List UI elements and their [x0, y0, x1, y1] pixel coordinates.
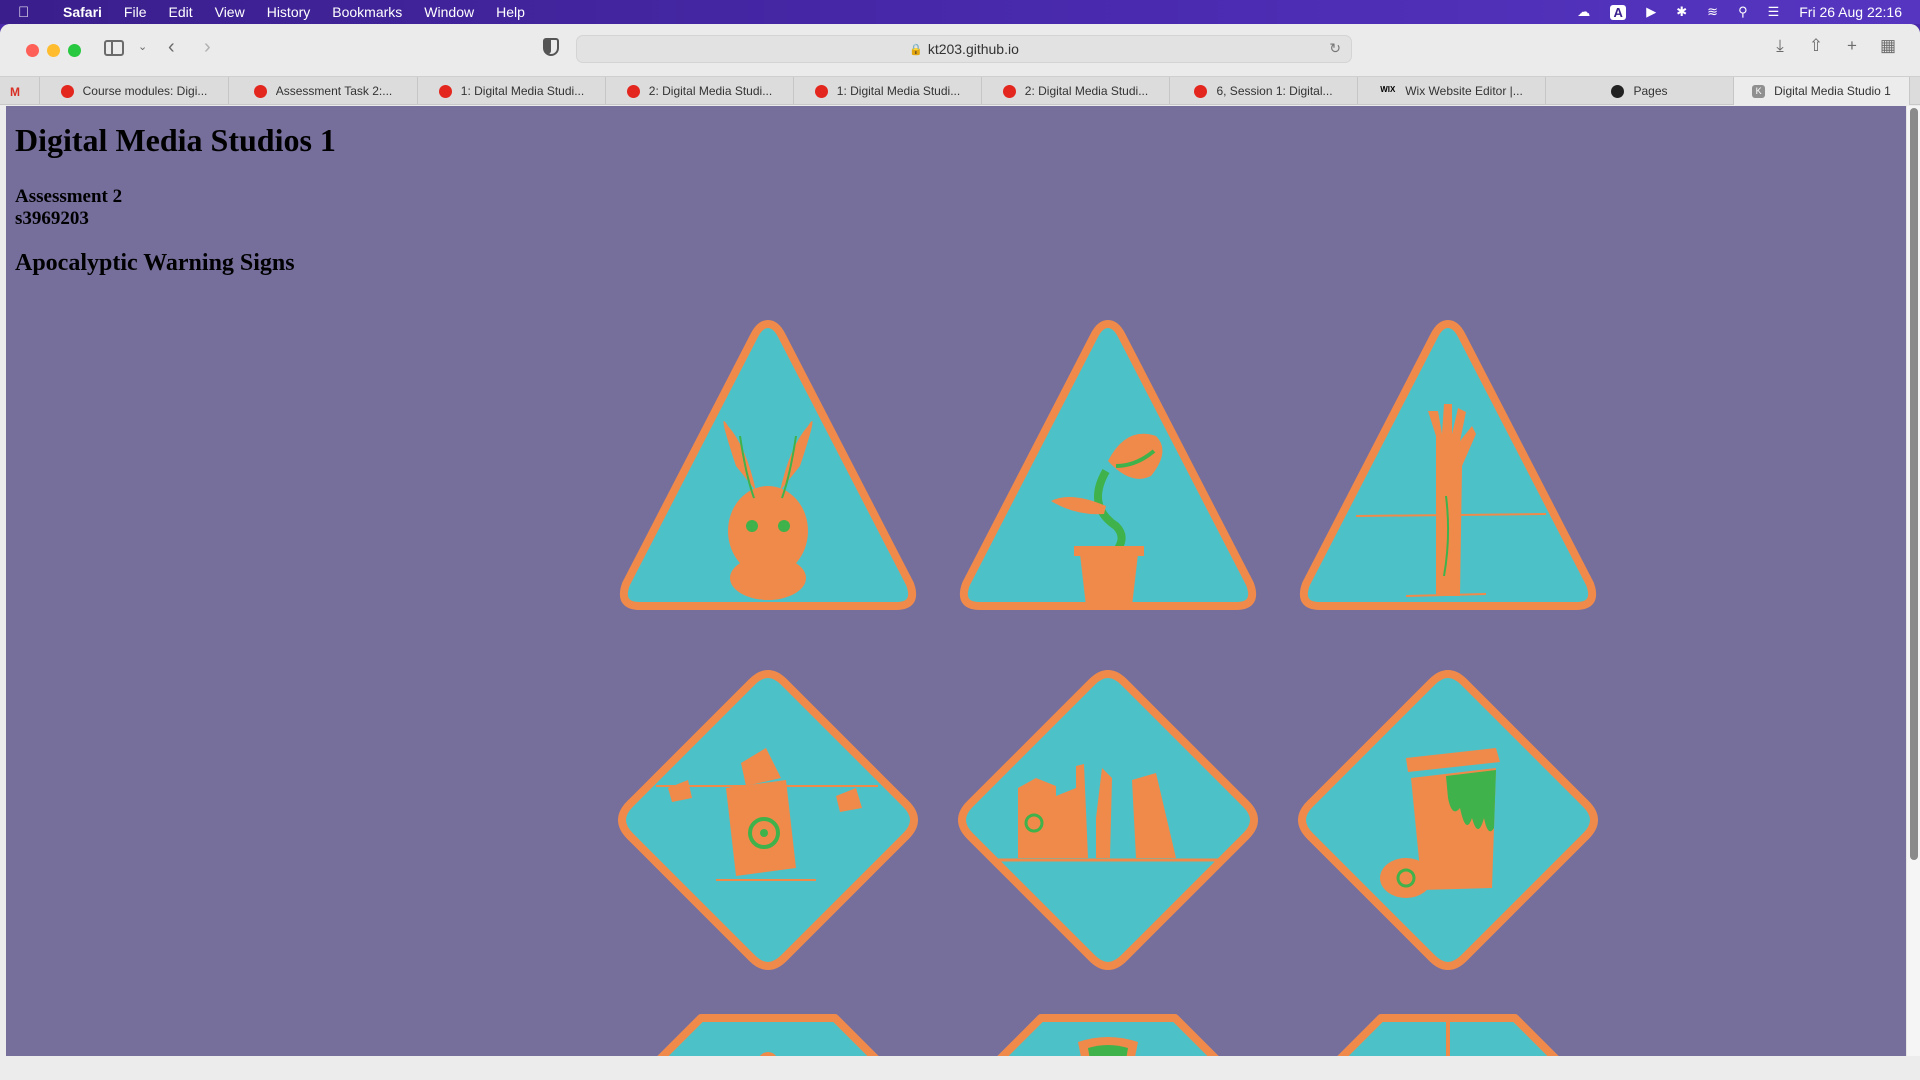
assessment-heading: Assessment 2 — [15, 186, 123, 207]
tab-label: 1: Digital Media Studi... — [836, 84, 961, 98]
control-center-icon[interactable]: ☰ — [1768, 4, 1780, 20]
tab-label: Wix Website Editor |... — [1405, 84, 1523, 98]
warning-sign-partial-3[interactable] — [1296, 1012, 1600, 1056]
menu-bookmarks[interactable]: Bookmarks — [321, 4, 413, 20]
canvas-icon — [438, 84, 452, 98]
safari-toolbar: ⌄ ‹ › 🔒 kt203.github.io ↻ ⤓ ⇧ + ▦ — [0, 24, 1920, 76]
page-scrollbar[interactable] — [1906, 106, 1920, 1056]
menu-view[interactable]: View — [204, 4, 256, 20]
reload-icon[interactable]: ↻ — [1329, 40, 1341, 57]
menu-history[interactable]: History — [256, 4, 322, 20]
tab-label: 1: Digital Media Studi... — [460, 84, 585, 98]
minimize-window-button[interactable] — [47, 43, 60, 57]
tab-label: Pages — [1633, 84, 1668, 98]
k-icon: K — [1752, 84, 1766, 98]
scrollbar-thumb[interactable] — [1910, 108, 1918, 860]
tab-dms-1[interactable]: 1: Digital Media Studi... — [418, 77, 606, 105]
input-source-icon[interactable]: A — [1610, 4, 1627, 20]
tab-pages[interactable]: Pages — [1546, 77, 1734, 105]
tab-bar: M Course modules: Digi... Assessment Tas… — [0, 76, 1920, 105]
canvas-icon — [1002, 84, 1016, 98]
downloads-icon[interactable]: ⤓ — [1762, 36, 1798, 56]
warning-sign-biohazard-barrels[interactable] — [616, 668, 920, 972]
spotlight-icon[interactable]: ⚲ — [1738, 4, 1748, 20]
menu-window[interactable]: Window — [413, 4, 485, 20]
menu-file[interactable]: File — [113, 4, 158, 20]
tab-label: Digital Media Studio 1 — [1774, 84, 1891, 98]
gmail-icon: M — [10, 84, 20, 99]
new-tab-icon[interactable]: + — [1834, 36, 1870, 56]
warning-sign-plant[interactable] — [956, 316, 1260, 616]
tab-wix-editor[interactable]: WIX Wix Website Editor |... — [1358, 77, 1546, 105]
wifi-icon[interactable]: ≋ — [1707, 4, 1718, 20]
close-window-button[interactable] — [26, 43, 39, 57]
tab-label: 2: Digital Media Studi... — [1024, 84, 1149, 98]
warning-sign-ruined-city[interactable] — [956, 668, 1260, 972]
canvas-icon — [814, 84, 828, 98]
tab-dms-2b[interactable]: 2: Digital Media Studi... — [982, 77, 1170, 105]
canvas-icon — [253, 84, 267, 98]
menu-edit[interactable]: Edit — [157, 4, 203, 20]
student-id: s3969203 — [15, 208, 89, 229]
play-icon[interactable]: ▶ — [1646, 4, 1656, 20]
tab-dms-1b[interactable]: 1: Digital Media Studi... — [794, 77, 982, 105]
tab-course-modules[interactable]: Course modules: Digi... — [40, 77, 229, 105]
warning-sign-toxic-trash[interactable] — [1296, 668, 1600, 972]
warning-sign-zombie-hand[interactable] — [1296, 316, 1600, 616]
tab-label: 6, Session 1: Digital... — [1216, 84, 1333, 98]
warning-sign-rabbit[interactable] — [616, 316, 920, 616]
menu-app-safari[interactable]: Safari — [52, 4, 113, 20]
partial-sign-icon — [1078, 1037, 1138, 1056]
privacy-shield-icon[interactable] — [543, 38, 559, 56]
back-button[interactable]: ‹ — [168, 36, 175, 59]
warning-sign-partial-1[interactable] — [616, 1012, 920, 1056]
tab-digital-media-studio[interactable]: K Digital Media Studio 1 — [1734, 77, 1910, 105]
canvas-icon — [1194, 84, 1208, 98]
page-title: Digital Media Studios 1 — [15, 122, 336, 158]
address-bar[interactable]: 🔒 kt203.github.io ↻ — [576, 35, 1352, 63]
web-page: Digital Media Studios 1 Assessment 2 s39… — [6, 106, 1906, 1056]
github-icon — [1611, 84, 1625, 98]
sidebar-toggle-icon[interactable] — [104, 40, 124, 56]
toolbar-right-actions: ⤓ ⇧ + ▦ — [1762, 36, 1906, 56]
tab-session-1[interactable]: 6, Session 1: Digital... — [1170, 77, 1358, 105]
chevron-down-icon[interactable]: ⌄ — [138, 40, 147, 53]
tab-label: 2: Digital Media Studi... — [648, 84, 773, 98]
canvas-icon — [626, 84, 640, 98]
menu-bar:  Safari File Edit View History Bookmark… — [0, 0, 1920, 24]
tab-dms-2[interactable]: 2: Digital Media Studi... — [606, 77, 794, 105]
zoom-window-button[interactable] — [68, 43, 81, 57]
share-icon[interactable]: ⇧ — [1798, 36, 1834, 56]
creative-cloud-icon[interactable]: ☁ — [1577, 4, 1590, 20]
tab-assessment-task[interactable]: Assessment Task 2:... — [229, 77, 418, 105]
menu-clock[interactable]: Fri 26 Aug 22:16 — [1799, 4, 1902, 20]
page-subtitle: Apocalyptic Warning Signs — [15, 250, 295, 276]
address-url: kt203.github.io — [927, 41, 1019, 57]
wix-icon: WIX — [1380, 84, 1396, 94]
bluetooth-icon[interactable]: ✱ — [1676, 4, 1687, 20]
apple-icon[interactable]:  — [18, 4, 40, 21]
tab-overview-icon[interactable]: ▦ — [1870, 36, 1906, 56]
tab-label: Assessment Task 2:... — [275, 84, 393, 98]
tab-label: Course modules: Digi... — [82, 84, 208, 98]
menu-help[interactable]: Help — [485, 4, 536, 20]
warning-sign-partial-2[interactable] — [956, 1012, 1260, 1056]
lock-icon: 🔒 — [909, 43, 923, 56]
forward-button[interactable]: › — [204, 36, 211, 59]
canvas-icon — [60, 84, 74, 98]
window-controls — [26, 43, 89, 57]
tab-gmail[interactable]: M — [0, 77, 40, 105]
